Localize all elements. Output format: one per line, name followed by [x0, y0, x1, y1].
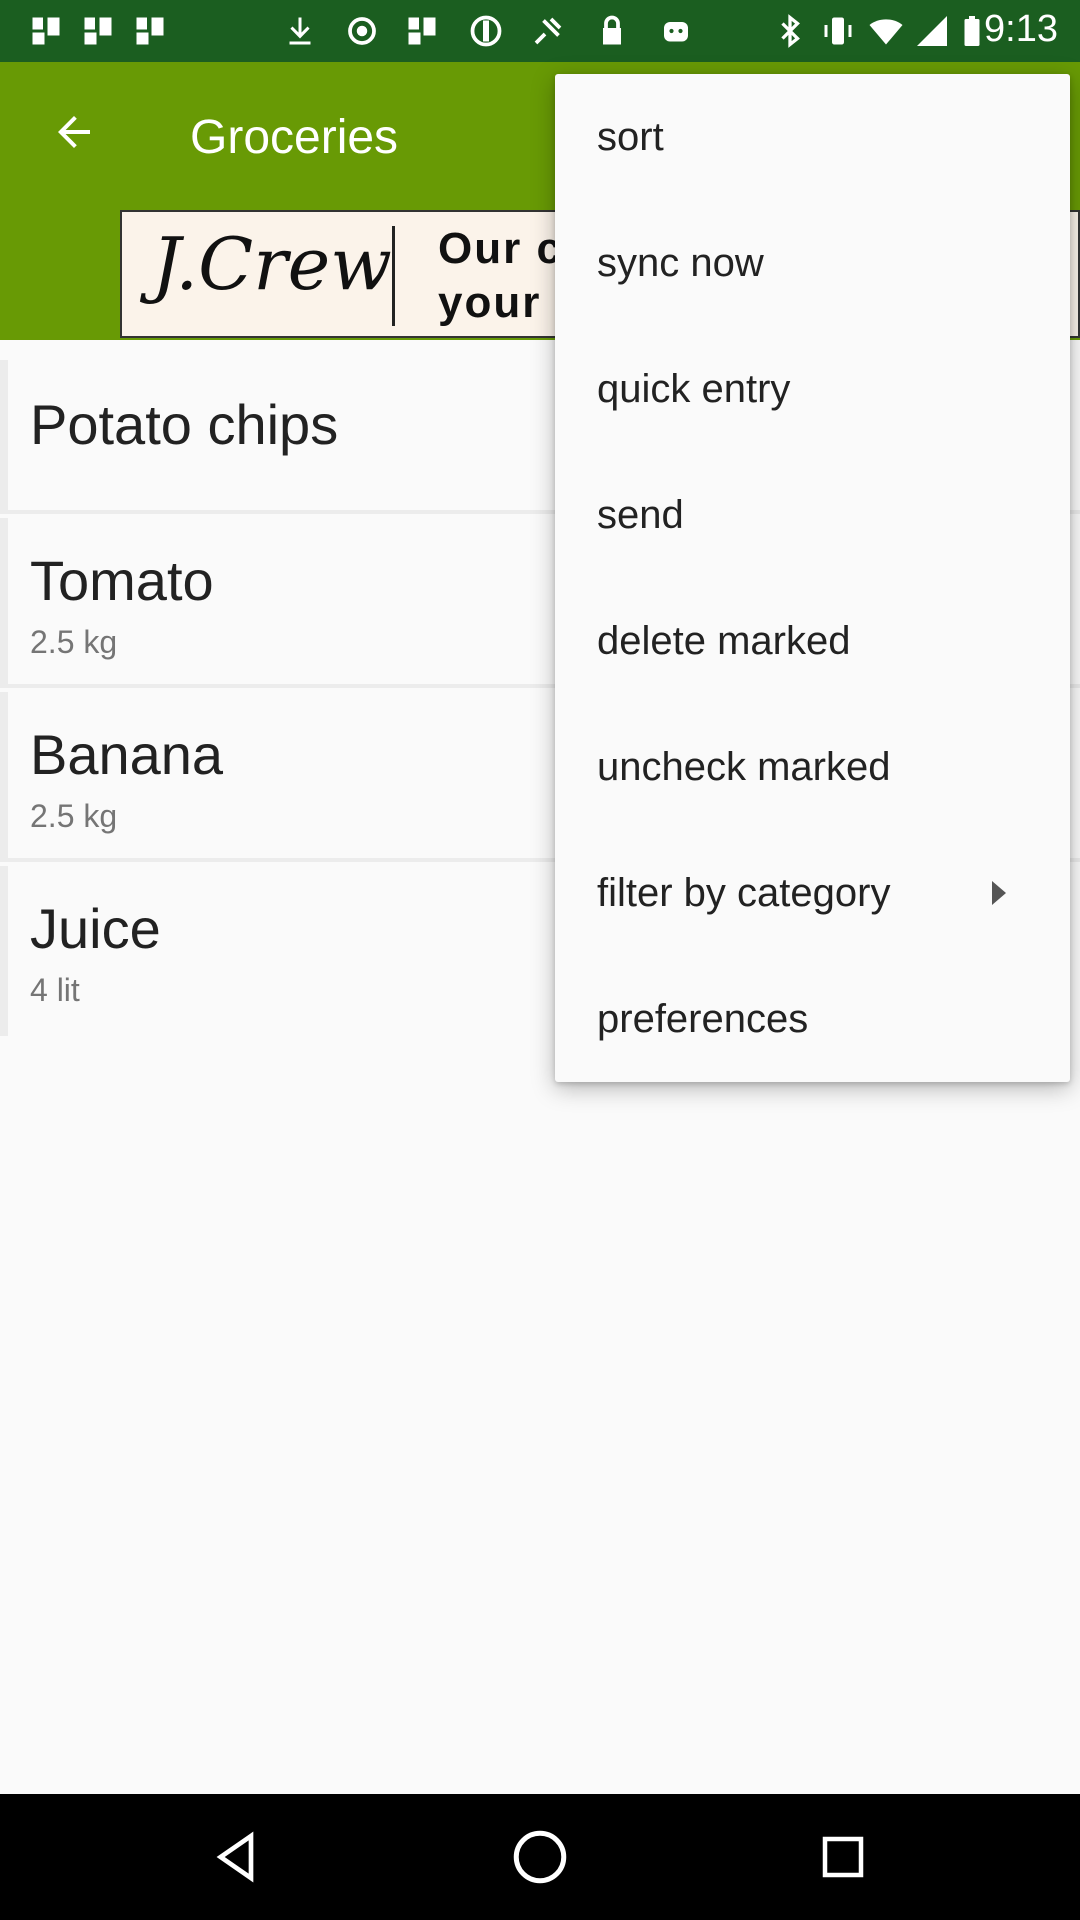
item-name: Potato chips: [30, 393, 339, 456]
menu-item-send[interactable]: send: [555, 452, 1070, 578]
menu-item-label: preferences: [597, 996, 809, 1041]
nav-back-button[interactable]: [202, 1822, 272, 1892]
menu-item-label: quick entry: [597, 366, 791, 411]
nav-recents-button[interactable]: [808, 1822, 878, 1892]
item-quantity: 2.5 kg: [30, 798, 118, 834]
app-icon: [84, 17, 112, 45]
ad-text-line1: Our c: [438, 224, 563, 273]
app-icon: [136, 17, 164, 45]
menu-item-label: filter by category: [597, 870, 891, 915]
bluetooth-icon: [781, 14, 800, 48]
menu-item-label: delete marked: [597, 618, 851, 663]
item-quantity: 4 lit: [30, 972, 80, 1008]
back-button[interactable]: [40, 98, 108, 166]
submenu-arrow-icon: [992, 881, 1006, 905]
record-icon: [348, 17, 376, 45]
back-triangle-icon: [216, 1831, 254, 1883]
status-bar: 9:13: [0, 0, 1080, 62]
navigation-bar: [0, 1794, 1080, 1920]
item-name: Banana: [30, 723, 224, 786]
menu-item-filter-by-category[interactable]: filter by category: [555, 830, 1070, 956]
menu-item-label: sync now: [597, 240, 764, 285]
app-icon: [32, 17, 60, 45]
download-icon: [289, 17, 311, 45]
blocked-icon: [470, 15, 502, 47]
vibrate-icon: [824, 17, 852, 45]
ad-text-line2: your: [438, 278, 542, 327]
item-name: Juice: [30, 897, 161, 960]
menu-item-sort[interactable]: sort: [555, 74, 1070, 200]
nav-home-button[interactable]: [505, 1822, 575, 1892]
menu-item-label: sort: [597, 114, 664, 159]
menu-item-label: uncheck marked: [597, 744, 891, 789]
ad-logo: J.Crew: [152, 222, 392, 306]
app-icon: [408, 17, 436, 45]
android-icon: [664, 22, 688, 42]
menu-item-preferences[interactable]: preferences: [555, 956, 1070, 1082]
arrow-back-icon: [58, 116, 90, 148]
menu-item-delete-marked[interactable]: delete marked: [555, 578, 1070, 704]
menu-item-label: send: [597, 492, 684, 537]
ad-text: Our c your: [438, 222, 563, 330]
lock-icon: [603, 15, 621, 45]
signal-icon: [917, 16, 947, 46]
page-title: Groceries: [190, 111, 399, 164]
wifi-icon: [869, 19, 903, 45]
menu-item-quick-entry[interactable]: quick entry: [555, 326, 1070, 452]
fake-gps-icon: [534, 17, 562, 45]
menu-item-uncheck-marked[interactable]: uncheck marked: [555, 704, 1070, 830]
ad-divider: [392, 226, 395, 326]
menu-item-sync-now[interactable]: sync now: [555, 200, 1070, 326]
overflow-menu: sort sync now quick entry send delete ma…: [555, 74, 1070, 1082]
status-time: 9:13: [984, 8, 1058, 50]
home-circle-icon: [513, 1830, 567, 1884]
item-name: Tomato: [30, 549, 214, 612]
item-quantity: 2.5 kg: [30, 624, 118, 660]
recents-square-icon: [822, 1836, 864, 1878]
